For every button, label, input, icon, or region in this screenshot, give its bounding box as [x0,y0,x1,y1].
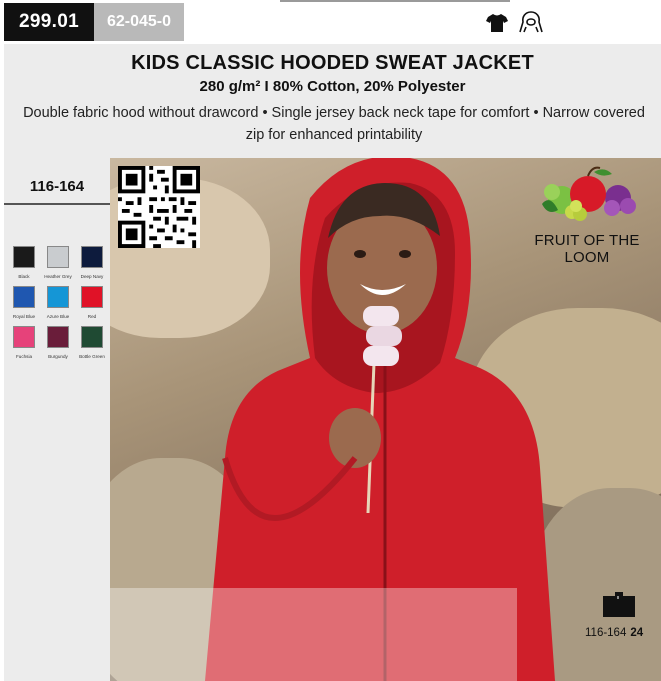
color-name: Azure Blue [46,314,70,319]
color-chip [47,246,69,268]
size-divider [4,203,110,205]
brand-logo: FRUIT OF THE LOOM [520,164,654,266]
tshirt-icon [486,14,508,32]
brand-name: FRUIT OF THE LOOM [534,232,640,266]
color-swatch: Deep Navy [76,246,108,279]
color-name: Heather Grey [44,274,72,279]
color-swatch: Azure Blue [42,286,74,319]
color-chip [13,326,35,348]
color-chip [81,286,103,308]
color-swatch: Bottle Green [76,326,108,359]
packaging-info: 116-164 24 [585,627,643,639]
fruit-logo-icon [542,166,636,221]
hood-icon [519,11,543,33]
color-chip [81,246,103,268]
photo-overlay [110,588,517,681]
color-name: Fuchsia [15,354,33,359]
product-header: KIDS CLASSIC HOODED SWEAT JACKET 280 g/m… [4,44,661,158]
color-name: Royal Blue [12,314,36,319]
qr-code [118,166,200,248]
product-subtitle: 280 g/m² I 80% Cotton, 20% Polyester [199,78,466,95]
color-name: Burgundy [48,354,68,359]
color-name: Bottle Green [79,354,105,359]
top-bar: 299.01 62-045-0 [0,0,661,44]
packaging-qty: 24 [630,627,644,639]
product-sku-badge: 62-045-0 [94,3,184,41]
size-range: 116-164 [29,178,85,195]
product-code-badge: 299.01 [4,3,94,41]
top-divider [280,0,510,2]
color-swatch: Heather Grey [42,246,74,279]
box-icon [603,592,635,617]
color-chip [47,286,69,308]
color-chip [13,286,35,308]
color-swatch: Red [76,286,108,319]
color-swatch: Black [8,246,40,279]
color-name: Black [18,274,30,279]
side-panel: 116-164 Black Heather Grey Deep Navy Roy… [4,158,110,681]
color-name: Red [87,314,97,319]
color-swatch: Fuchsia [8,326,40,359]
product-title: KIDS CLASSIC HOODED SWEAT JACKET [131,52,534,74]
product-description: Double fabric hood without drawcord • Si… [23,105,645,143]
packaging-size-range: 116-164 [585,627,627,639]
color-swatch: Burgundy [42,326,74,359]
color-chip [47,326,69,348]
color-chip [81,326,103,348]
color-swatch: Royal Blue [8,286,40,319]
color-chip [13,246,35,268]
color-name: Deep Navy [80,274,104,279]
